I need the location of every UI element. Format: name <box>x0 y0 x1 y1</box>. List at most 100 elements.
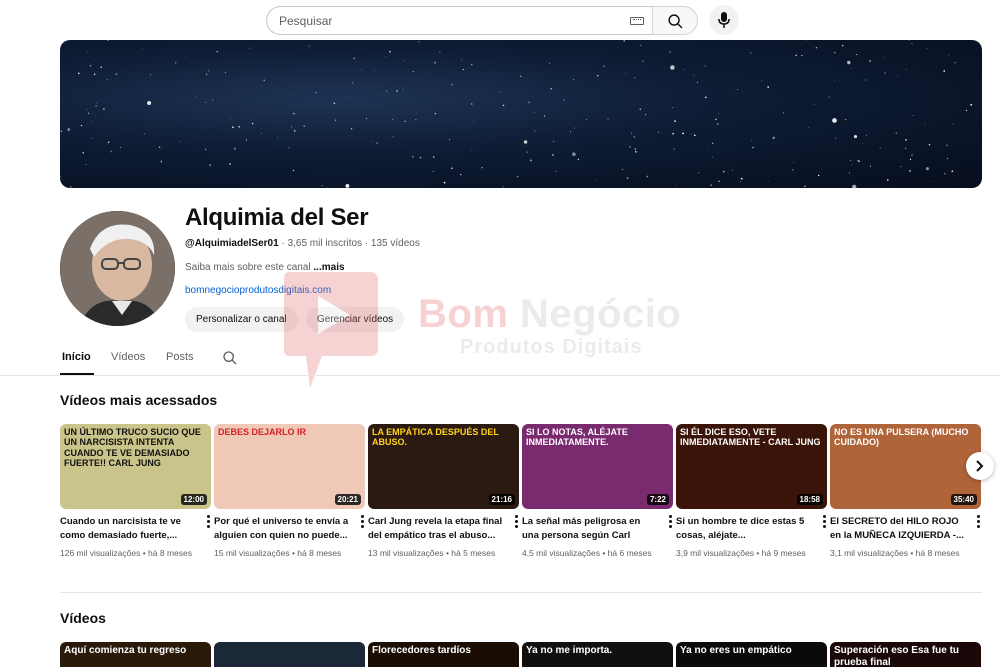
star <box>91 137 93 139</box>
video-meta: 126 mil visualizações • há 8 meses <box>60 547 210 560</box>
video-thumbnail[interactable]: Ya no me importa. <box>522 642 673 667</box>
star <box>693 134 696 137</box>
video-title[interactable]: Si un hombre te dice estas 5 cosas, aléj… <box>676 515 811 543</box>
star <box>586 119 587 120</box>
star <box>402 89 404 91</box>
star <box>711 142 714 145</box>
star <box>808 127 809 128</box>
more-vert-icon[interactable] <box>977 515 980 528</box>
video-card[interactable]: Si él dice eso, vete inmediatamente - Ca… <box>676 424 828 560</box>
video-card[interactable]: Si lo notas, aléjate inmediatamente. 7:22… <box>522 424 674 560</box>
star <box>107 40 109 42</box>
channel-about[interactable]: Saiba mais sobre este canal ...mais <box>185 262 345 273</box>
star <box>597 75 599 77</box>
star <box>702 164 704 165</box>
star <box>313 139 314 141</box>
video-thumbnail[interactable]: No es una pulsera (mucho cuidado) 35:40 <box>830 424 981 509</box>
video-card[interactable]: Un último truco sucio que un narcisista … <box>60 424 212 560</box>
more-vert-icon[interactable] <box>361 515 364 528</box>
video-views: 126 mil visualizações <box>60 548 141 558</box>
star <box>67 128 71 131</box>
star <box>216 50 218 53</box>
thumbnail-text: Debes dejarlo ir <box>218 427 307 437</box>
star <box>366 118 368 120</box>
star <box>817 174 820 177</box>
video-thumbnail[interactable]: Florecedores tardíos <box>368 642 519 667</box>
meta-separator: · <box>362 238 371 249</box>
star <box>848 172 851 174</box>
video-thumbnail[interactable] <box>214 642 365 667</box>
tab-search-icon[interactable] <box>222 350 238 366</box>
star <box>926 48 928 50</box>
channel-link[interactable]: bomnegocioprodutosdigitais.com <box>185 285 331 296</box>
star <box>293 130 296 132</box>
search-button[interactable] <box>652 6 698 35</box>
star <box>416 112 418 114</box>
video-thumbnail[interactable]: Un último truco sucio que un narcisista … <box>60 424 211 509</box>
video-title[interactable]: El SECRETO del HILO ROJO en la MUÑECA IZ… <box>830 515 965 543</box>
star <box>737 89 739 91</box>
star <box>906 69 908 70</box>
tab-posts[interactable]: Posts <box>166 351 194 363</box>
tab-inicio[interactable]: Início <box>62 351 91 363</box>
video-title[interactable]: Cuando un narcisista te ve como demasiad… <box>60 515 195 543</box>
star <box>548 62 551 64</box>
keyboard-icon[interactable] <box>630 17 644 25</box>
tab-videos[interactable]: Vídeos <box>111 351 145 363</box>
video-thumbnail[interactable]: Ya no eres un empático <box>676 642 827 667</box>
star <box>951 170 954 173</box>
search-box[interactable] <box>266 6 653 35</box>
star <box>884 57 885 58</box>
next-button[interactable] <box>966 452 994 480</box>
star <box>230 118 232 119</box>
star <box>631 132 633 134</box>
more-vert-icon[interactable] <box>823 515 826 528</box>
star <box>782 112 785 114</box>
star <box>462 68 464 71</box>
more-vert-icon[interactable] <box>669 515 672 528</box>
star <box>897 75 899 77</box>
star <box>791 169 794 171</box>
about-more-link[interactable]: ...mais <box>313 262 344 273</box>
star <box>205 101 207 103</box>
video-title[interactable]: La señal más peligrosa en una persona se… <box>522 515 657 543</box>
video-card[interactable]: La empática después del abuso. 21:16 Carl … <box>368 424 520 560</box>
customize-channel-button[interactable]: Personalizar o canal <box>185 307 298 332</box>
starfield-image <box>60 40 973 188</box>
star <box>209 164 211 166</box>
manage-videos-button[interactable]: Gerenciar vídeos <box>306 307 405 332</box>
star <box>499 91 501 93</box>
meta-separator: · <box>278 238 288 249</box>
video-thumbnail[interactable]: La empática después del abuso. 21:16 <box>368 424 519 509</box>
video-thumbnail[interactable]: Superación eso Esa fue tu prueba final <box>830 642 981 667</box>
more-vert-icon[interactable] <box>515 515 518 528</box>
top-bar <box>0 0 1000 40</box>
video-meta: 3,1 mil visualizações • há 8 meses <box>830 547 980 560</box>
voice-search-button[interactable] <box>709 5 739 35</box>
star <box>895 132 897 134</box>
star <box>523 140 528 144</box>
star <box>82 152 84 154</box>
star <box>555 170 557 172</box>
video-thumbnail[interactable]: Debes dejarlo ir 20:21 <box>214 424 365 509</box>
star <box>595 180 597 182</box>
star <box>852 184 857 188</box>
channel-avatar[interactable] <box>60 211 175 326</box>
video-thumbnail[interactable]: Aquí comienza tu regreso <box>60 642 211 667</box>
star <box>856 53 858 56</box>
star <box>451 167 453 169</box>
more-vert-icon[interactable] <box>207 515 210 528</box>
video-title[interactable]: Por qué el universo te envía a alguien c… <box>214 515 349 543</box>
star <box>675 184 677 186</box>
star <box>623 40 625 42</box>
video-card[interactable]: Debes dejarlo ir 20:21 Por qué el universo… <box>214 424 366 560</box>
search-input[interactable] <box>279 12 619 30</box>
star <box>360 69 362 71</box>
star <box>403 60 405 62</box>
star <box>904 147 907 150</box>
video-title[interactable]: Carl Jung revela la etapa final del empá… <box>368 515 503 543</box>
video-thumbnail[interactable]: Si lo notas, aléjate inmediatamente. 7:22 <box>522 424 673 509</box>
video-card[interactable]: No es una pulsera (mucho cuidado) 35:40 El… <box>830 424 982 560</box>
video-thumbnail[interactable]: Si él dice eso, vete inmediatamente - Ca… <box>676 424 827 509</box>
star <box>404 120 406 122</box>
